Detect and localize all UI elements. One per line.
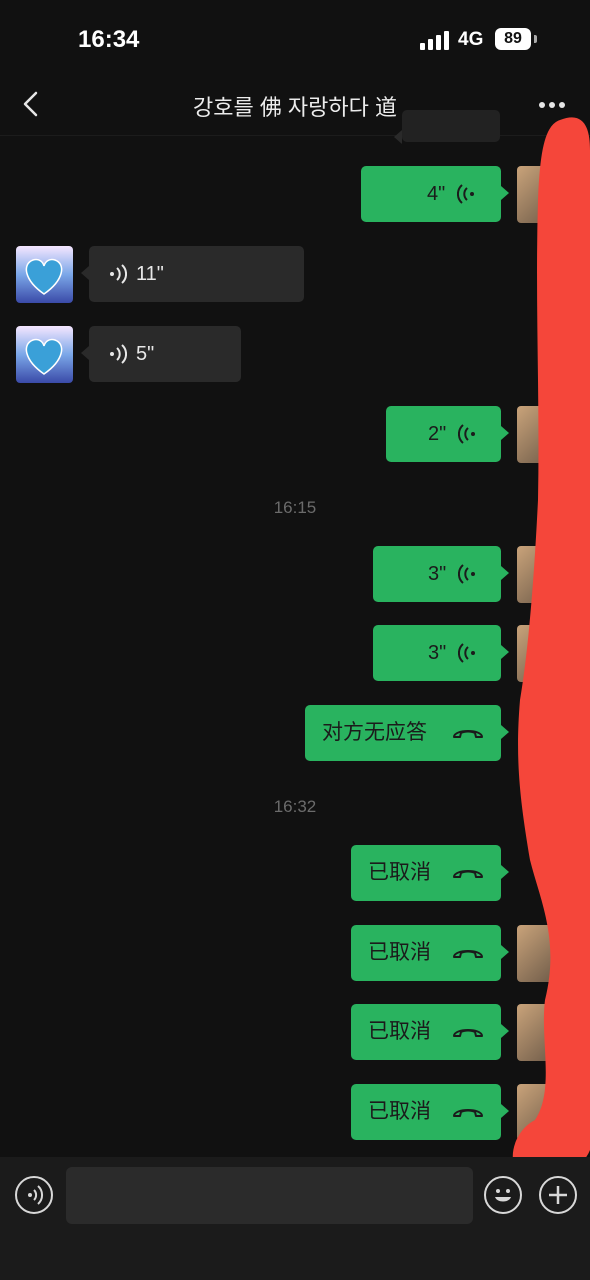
avatar-contact[interactable] [16, 326, 73, 383]
timestamp: 16:15 [273, 498, 317, 517]
voice-message-outgoing[interactable]: 2" [386, 406, 509, 462]
voice-input-icon [28, 1185, 44, 1205]
voice-message-outgoing[interactable]: 4" [361, 166, 509, 222]
voice-duration: 11" [136, 263, 164, 285]
voice-message-outgoing[interactable]: 3" [373, 625, 509, 681]
partial-message [394, 110, 500, 144]
avatar-self[interactable] [517, 166, 557, 223]
voice-wave-icon [110, 344, 127, 364]
voice-message-outgoing[interactable]: 3" [373, 546, 509, 602]
input-bar [0, 1157, 590, 1280]
voice-wave-icon [457, 184, 474, 204]
emoji-icon [495, 1189, 511, 1202]
call-message-cancelled[interactable]: 已取消 [351, 925, 509, 981]
voice-duration: 5" [136, 343, 155, 365]
voice-message-incoming[interactable]: 5" [81, 326, 241, 382]
status-bar: 16:34 4G 89 [0, 0, 590, 80]
phone-hangup-icon [453, 1029, 483, 1037]
status-time: 16:34 [78, 26, 140, 53]
call-status: 对方无应答 [322, 721, 427, 744]
avatar-contact[interactable] [16, 246, 73, 303]
emoji-button[interactable] [484, 1176, 522, 1214]
plus-icon [549, 1186, 567, 1204]
signal-icon [420, 30, 450, 50]
voice-wave-icon [110, 264, 127, 284]
voice-wave-icon [458, 424, 475, 444]
network-type: 4G [458, 29, 484, 50]
call-status: 已取消 [368, 1020, 431, 1043]
avatar-self[interactable] [517, 406, 557, 463]
phone-hangup-icon [453, 1109, 483, 1117]
avatar-self[interactable] [517, 1084, 557, 1141]
voice-duration: 4" [427, 183, 446, 205]
voice-wave-icon [458, 564, 475, 584]
avatar-self[interactable] [517, 625, 557, 682]
call-message-cancelled[interactable]: 已取消 [351, 1084, 509, 1140]
avatar-self[interactable] [517, 1004, 557, 1061]
avatar-self[interactable] [517, 925, 557, 982]
more-functions-button[interactable] [539, 1176, 577, 1214]
voice-duration: 3" [428, 563, 447, 585]
voice-input-button[interactable] [15, 1176, 53, 1214]
battery-indicator: 89 [495, 28, 531, 50]
call-message-cancelled[interactable]: 已取消 [351, 1004, 509, 1060]
voice-wave-icon [458, 643, 475, 663]
phone-hangup-icon [453, 730, 483, 738]
call-status: 已取消 [368, 1100, 431, 1123]
call-message-cancelled[interactable]: 已取消 [351, 845, 509, 901]
call-status: 已取消 [368, 861, 431, 884]
more-icon[interactable] [538, 100, 566, 110]
voice-duration: 2" [428, 423, 447, 445]
phone-hangup-icon [453, 950, 483, 958]
avatar-self[interactable] [517, 546, 557, 603]
voice-message-incoming[interactable]: 11" [81, 246, 304, 302]
call-message-no-answer[interactable]: 对方无应答 [305, 705, 509, 761]
call-status: 已取消 [368, 941, 431, 964]
timestamp: 16:32 [273, 797, 317, 816]
message-input[interactable] [66, 1167, 473, 1224]
chat-title: 강호를 佛 자랑하다 道 [192, 95, 398, 120]
chat-header: 강호를 佛 자랑하다 道 [0, 80, 590, 136]
phone-hangup-icon [453, 870, 483, 878]
battery-tip [534, 35, 537, 43]
voice-duration: 3" [428, 642, 447, 664]
